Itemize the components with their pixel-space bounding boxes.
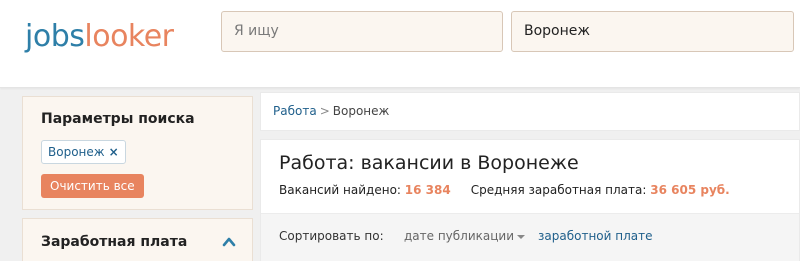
results-stats: Вакансий найдено: 16 384 Средняя заработн… — [279, 183, 730, 197]
clear-all-button[interactable]: Очистить все — [41, 174, 144, 198]
filter-tag-location[interactable]: Воронеж × — [41, 140, 126, 164]
salary-filter-panel: Заработная плата — [22, 218, 253, 261]
sort-by-date-label: дате публикации — [404, 229, 515, 243]
avg-salary-label: Средняя заработная плата: — [470, 183, 647, 197]
header: jobslooker Я ищу Воронеж — [0, 0, 800, 88]
sort-label: Сортировать по: — [279, 229, 384, 243]
breadcrumb-link-jobs[interactable]: Работа — [273, 104, 317, 118]
salary-filter-title: Заработная плата — [41, 234, 188, 250]
caret-down-icon — [517, 234, 526, 239]
sort-by-date[interactable]: дате публикации — [404, 229, 526, 243]
breadcrumb-current: Воронеж — [332, 104, 390, 118]
chevron-up-icon[interactable] — [222, 236, 236, 248]
breadcrumb: Работа > Воронеж — [260, 92, 800, 131]
search-params-panel: Параметры поиска Воронеж × Очистить все — [22, 96, 253, 210]
logo-part-looker: looker — [84, 19, 174, 54]
logo-part-jobs: jobs — [25, 19, 85, 54]
page-title: Работа: вакансии в Воронеже — [279, 152, 579, 174]
breadcrumb-separator: > — [319, 104, 330, 118]
close-icon[interactable]: × — [109, 145, 119, 159]
search-location-value: Воронеж — [524, 23, 591, 39]
logo[interactable]: jobslooker — [25, 17, 174, 57]
sort-by-salary[interactable]: заработной плате — [538, 229, 652, 243]
search-query-input[interactable]: Я ищу — [221, 11, 503, 52]
results-header: Работа: вакансии в Воронеже Вакансий най… — [260, 139, 800, 261]
filter-tag-label: Воронеж — [48, 145, 105, 159]
search-location-input[interactable]: Воронеж — [511, 11, 794, 52]
search-params-title: Параметры поиска — [41, 111, 195, 127]
found-label: Вакансий найдено: — [279, 183, 401, 197]
found-count: 16 384 — [404, 183, 451, 197]
sort-bar: Сортировать по: дате публикации заработн… — [261, 213, 799, 261]
search-query-placeholder: Я ищу — [234, 23, 279, 39]
avg-salary-value: 36 605 руб. — [650, 183, 730, 197]
